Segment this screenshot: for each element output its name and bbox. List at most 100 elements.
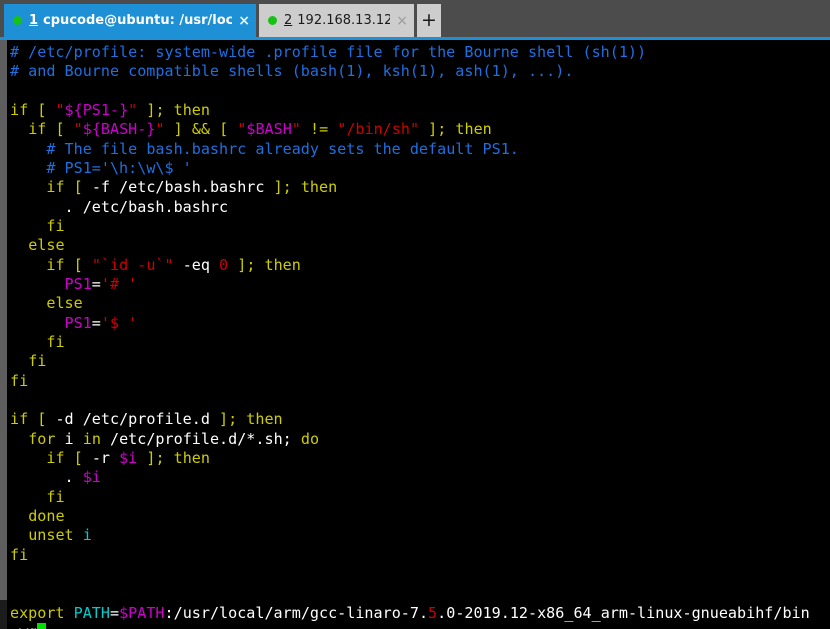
- vim-command-line[interactable]: :wq: [10, 622, 828, 629]
- terminal-line: . /etc/bash.bashrc: [10, 198, 828, 217]
- terminal-text-span: i: [64, 429, 83, 448]
- terminal-tab-2[interactable]: 2 192.168.13.128 ×: [259, 4, 414, 37]
- terminal-text-span: $: [109, 313, 120, 332]
- terminal-text-span: in: [82, 429, 110, 448]
- new-tab-button[interactable]: +: [417, 4, 441, 37]
- terminal-text-span: else: [28, 236, 65, 255]
- terminal-scrollbar-track[interactable]: [0, 40, 7, 629]
- terminal-text-span: ]; then: [146, 100, 210, 119]
- terminal-text-span: [: [73, 448, 92, 467]
- tab-index-1: 1: [29, 13, 39, 28]
- terminal-text-span: [10, 256, 46, 274]
- terminal-text-span: ': [119, 313, 138, 332]
- terminal-text-span: else: [46, 294, 83, 313]
- terminal-text-span: fi: [46, 487, 65, 506]
- terminal-text-span: [10, 275, 65, 293]
- terminal-text-span: # and Bourne compatible shells (bash(1),…: [10, 62, 574, 81]
- terminal-text-span: [: [219, 120, 238, 139]
- terminal-text-span: [301, 120, 310, 138]
- terminal-line: if [ "${BASH-}" ] && [ "$BASH" != "/bin/…: [10, 120, 828, 139]
- terminal-text-span: fi: [28, 352, 47, 371]
- terminal-text-span: if: [28, 120, 56, 139]
- terminal-text-span: PS1: [64, 274, 92, 293]
- terminal-text-span: fi: [10, 371, 29, 390]
- terminal-text-span: =: [109, 603, 120, 622]
- terminal-text-span: =: [91, 313, 101, 332]
- terminal-text-span: $PATH: [119, 603, 165, 622]
- terminal-text-span: ": [128, 100, 138, 119]
- terminal-text-span: &&: [191, 120, 220, 139]
- terminal-text-span: $BASH: [246, 120, 292, 139]
- terminal-text-span: !=: [309, 120, 338, 139]
- terminal-text-span: ${PS1-}: [64, 100, 129, 119]
- tab-index-2: 2: [284, 13, 293, 28]
- terminal-text-span: ${BASH-}: [82, 120, 156, 139]
- terminal-text-span: ]; then: [237, 255, 301, 274]
- terminal-viewport[interactable]: # /etc/profile: system-wide .profile fil…: [0, 40, 830, 629]
- terminal-text-span: .: [10, 468, 83, 487]
- terminal-text-span: [10, 217, 46, 235]
- terminal-text-span: fi: [10, 545, 29, 564]
- terminal-line: # PS1='\h:\w\$ ': [10, 159, 828, 178]
- terminal-line: fi: [10, 217, 828, 236]
- terminal-line: if [ "${PS1-}" ]; then: [10, 101, 828, 120]
- terminal-text-span: do: [300, 429, 320, 448]
- terminal-text-span: [10, 488, 46, 506]
- terminal-text-span: i: [82, 526, 92, 545]
- terminal-text-span: . /etc/bash.bashrc: [10, 197, 229, 216]
- terminal-line: . $i: [10, 468, 828, 487]
- terminal-scrollbar-thumb[interactable]: [0, 40, 7, 600]
- terminal-text-span: ": [155, 120, 165, 139]
- terminal-line: for i in /etc/profile.d/*.sh; do: [10, 430, 828, 449]
- close-icon[interactable]: ×: [238, 14, 250, 28]
- terminal-text-span: [228, 256, 237, 274]
- terminal-text-span: [: [37, 410, 56, 429]
- terminal-line: export PATH=$PATH:/usr/local/arm/gcc-lin…: [10, 604, 828, 623]
- terminal-line: unset i: [10, 526, 828, 545]
- vim-command-text: :wq: [10, 623, 37, 629]
- terminal-cursor: [37, 622, 47, 629]
- terminal-text-span: [10, 449, 46, 467]
- terminal-text-span: [10, 120, 28, 138]
- terminal-line: fi: [10, 352, 828, 371]
- terminal-tab-1[interactable]: 1 cpucode@ubuntu: /usr/loc... ×: [4, 4, 256, 37]
- terminal-text-span: ": [237, 120, 247, 139]
- terminal-line: # and Bourne compatible shells (bash(1),…: [10, 62, 828, 81]
- terminal-text-span: [10, 430, 28, 448]
- terminal-text-span: # PS1='\h:\w\$ ': [46, 158, 192, 177]
- terminal-text-span: "`id -u`": [91, 255, 174, 274]
- terminal-line: if [ -d /etc/profile.d ]; then: [10, 410, 828, 429]
- terminal-text-span: $i: [82, 468, 101, 487]
- terminal-line: PS1='# ': [10, 275, 828, 294]
- terminal-text-span: -d /etc/profile.d: [55, 410, 220, 429]
- terminal-text-span: if: [46, 178, 74, 197]
- terminal-text-span: .0-2019.12-x86_64_arm-linux-gnueabihf/bi…: [437, 603, 810, 622]
- terminal-text-span: ": [73, 120, 83, 139]
- terminal-text-span: if: [46, 448, 74, 467]
- terminal-text-span: [: [37, 100, 56, 119]
- terminal-line: # The file bash.bashrc already sets the …: [10, 140, 828, 159]
- green-dot-icon: [13, 16, 22, 25]
- terminal-text-span: [10, 159, 46, 177]
- close-icon[interactable]: ×: [396, 14, 408, 28]
- terminal-text-span: ;: [282, 429, 301, 448]
- terminal-text-span: if: [10, 100, 38, 119]
- terminal-text-span: [137, 449, 146, 467]
- terminal-line: if [ -r $i ]; then: [10, 449, 828, 468]
- terminal-text-span: ': [100, 313, 110, 332]
- terminal-line: if [ "`id -u`" -eq 0 ]; then: [10, 256, 828, 275]
- terminal-text-span: -eq: [173, 255, 220, 274]
- terminal-line: if [ -f /etc/bash.bashrc ]; then: [10, 178, 828, 197]
- terminal-text-span: export: [10, 603, 74, 622]
- terminal-text-span: ]; then: [219, 410, 283, 429]
- terminal-text-span: -f /etc/bash.bashrc: [91, 178, 274, 197]
- terminal-text-span: ]; then: [146, 448, 210, 467]
- terminal-text-span: [10, 236, 28, 254]
- terminal-text-span: =: [91, 274, 101, 293]
- terminal-text-span: ": [291, 120, 301, 139]
- terminal-text-span: [10, 352, 28, 370]
- terminal-text-span: [10, 178, 46, 196]
